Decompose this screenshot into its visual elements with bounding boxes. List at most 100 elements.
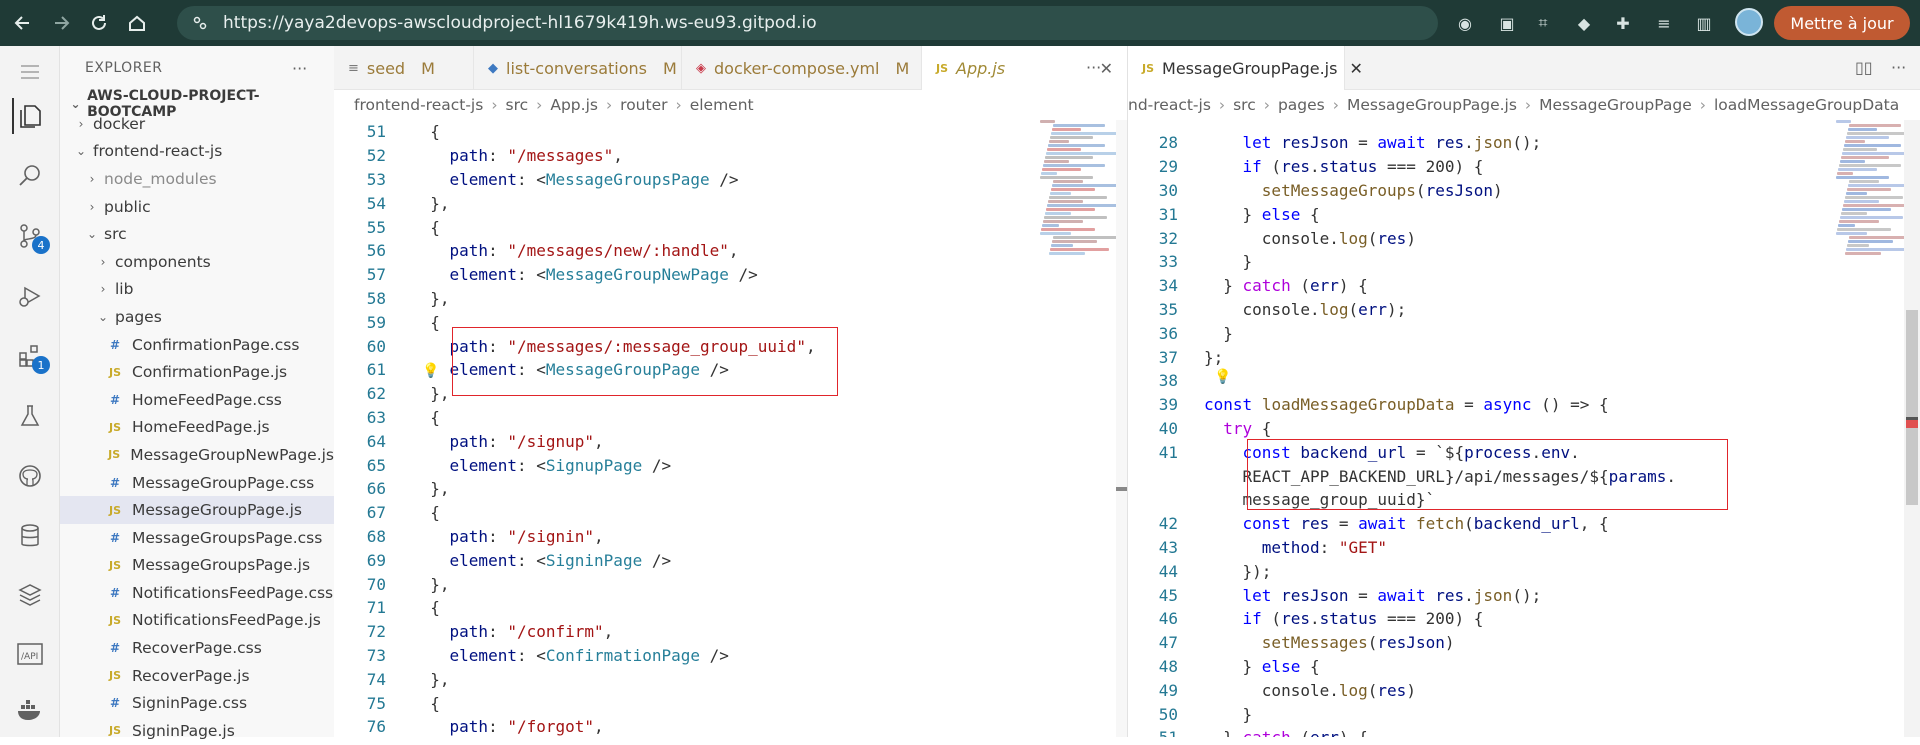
- code-line: 57 element: <MessageGroupNewPage />: [334, 263, 1128, 287]
- screenshot-icon[interactable]: ⌗: [1531, 11, 1555, 35]
- run-debug-icon[interactable]: [12, 278, 48, 314]
- reload-icon[interactable]: [84, 8, 114, 38]
- tab-label: docker-compose.yml: [714, 58, 880, 78]
- tab-messagegrouppage[interactable]: JS MessageGroupPage.js ✕: [1128, 46, 1363, 90]
- code-text: };: [1204, 347, 1224, 367]
- js-file-icon: JS: [108, 613, 121, 627]
- project-header[interactable]: ⌄ AWS-CLOUD-PROJECT-BOOTCAMP: [60, 88, 334, 120]
- tree-file[interactable]: JS MessageGroupPage.js: [60, 496, 334, 524]
- minimap-line: [1046, 208, 1095, 211]
- code-editor-app-js[interactable]: 51 {52 path: "/messages", 53 element: <Me…: [334, 120, 1128, 737]
- tree-item-label: HomeFeedPage.css: [132, 390, 282, 409]
- minimap-line: [1836, 176, 1889, 179]
- menu-icon[interactable]: [12, 54, 48, 90]
- extensions-badge: 1: [32, 356, 50, 374]
- close-icon[interactable]: ✕: [1349, 59, 1362, 78]
- layers-icon[interactable]: [12, 576, 48, 612]
- source-control-icon[interactable]: 4: [12, 218, 50, 254]
- extensions-icon[interactable]: 1: [12, 338, 50, 374]
- tree-file[interactable]: # MessageGroupsPage.css: [60, 524, 334, 552]
- code-editor-messagegrouppage[interactable]: 28 let resJson = await res.json(); 29 if …: [1128, 120, 1904, 737]
- minimap-line: [1044, 160, 1069, 163]
- tree-folder[interactable]: › public: [60, 193, 334, 221]
- back-icon[interactable]: [8, 8, 38, 38]
- tree-file[interactable]: JS MessageGroupsPage.js: [60, 552, 334, 580]
- tree-folder[interactable]: › node_modules: [60, 165, 334, 193]
- more-actions-icon[interactable]: ···: [1891, 58, 1906, 77]
- minimap-line: [1053, 180, 1083, 183]
- tree-folder[interactable]: ⌄ src: [60, 220, 334, 248]
- tree-folder[interactable]: ⌄ pages: [60, 303, 334, 331]
- line-number: 54: [366, 193, 386, 213]
- tree-folder[interactable]: ⌄ frontend-react-js: [60, 138, 334, 166]
- tab-label: seed: [366, 58, 406, 78]
- more-actions-icon[interactable]: ···: [1086, 58, 1101, 77]
- tree-file[interactable]: # MessageGroupPage.css: [60, 469, 334, 497]
- media-icon[interactable]: ≡: [1652, 11, 1676, 35]
- extension-icon[interactable]: ▣: [1495, 11, 1519, 35]
- github-icon[interactable]: [12, 458, 48, 494]
- code-line: 54 },: [334, 191, 1128, 215]
- right-tab-bar: JS MessageGroupPage.js ✕ ▯▯ ···: [1128, 46, 1920, 90]
- breadcrumb-item[interactable]: frontend-react-js: [354, 96, 483, 114]
- split-editor-icon[interactable]: ▯▯: [1855, 58, 1873, 77]
- breadcrumb-item[interactable]: loadMessageGroupData: [1714, 96, 1899, 114]
- breadcrumb-item[interactable]: element: [690, 96, 754, 114]
- tab-docker-compose-yml[interactable]: ◈ docker-compose.yml M: [682, 46, 922, 90]
- tree-file[interactable]: # RecoverPage.css: [60, 634, 334, 662]
- api-icon[interactable]: /API: [12, 636, 48, 672]
- update-button[interactable]: Mettre à jour: [1774, 6, 1910, 40]
- puzzle-icon[interactable]: ✚: [1611, 11, 1635, 35]
- home-icon[interactable]: [122, 8, 152, 38]
- tree-file[interactable]: # HomeFeedPage.css: [60, 386, 334, 414]
- tree-file[interactable]: # NotificationsFeedPage.css: [60, 579, 334, 607]
- breadcrumb-item[interactable]: router: [620, 96, 667, 114]
- chevron-right-icon: ›: [78, 116, 84, 131]
- breadcrumb-item[interactable]: MessageGroupPage.js: [1347, 96, 1517, 114]
- scrollbar[interactable]: [1904, 120, 1920, 737]
- tab-label: MessageGroupPage.js: [1162, 58, 1338, 78]
- tree-folder[interactable]: › components: [60, 248, 334, 276]
- tab-list-conversations[interactable]: ◆ list-conversations M: [474, 46, 682, 90]
- code-line: 47 setMessages(resJson): [1128, 631, 1904, 655]
- database-icon[interactable]: [12, 518, 48, 554]
- file-tree: › docker ⌄ frontend-react-js › node_modules › p…: [60, 110, 334, 745]
- breadcrumb-item[interactable]: src: [1233, 96, 1256, 114]
- tree-file[interactable]: JS MessageGroupNewPage.js: [60, 441, 334, 469]
- breadcrumb-item[interactable]: src: [506, 96, 529, 114]
- breadcrumb-item[interactable]: nd-react-js: [1128, 96, 1211, 114]
- devtools-extension-icon[interactable]: ◆: [1572, 11, 1596, 35]
- line-number: 65: [366, 455, 386, 475]
- code-line: 28 let resJson = await res.json();: [1128, 131, 1904, 155]
- lightbulb-icon[interactable]: 💡: [422, 363, 439, 379]
- tab-seed[interactable]: ≡ seed M: [334, 46, 474, 90]
- more-actions-icon[interactable]: ···: [292, 59, 307, 78]
- sidebar-panel-icon[interactable]: ▥: [1692, 11, 1716, 35]
- breadcrumb-item[interactable]: pages: [1278, 96, 1325, 114]
- tree-item-label: MessageGroupsPage.css: [132, 528, 323, 547]
- lightbulb-icon[interactable]: 💡: [1214, 369, 1231, 385]
- address-bar[interactable]: https://yaya2devops-awscloudproject-hl16…: [177, 6, 1438, 40]
- breadcrumb-item[interactable]: MessageGroupPage: [1539, 96, 1692, 114]
- site-info-icon[interactable]: [193, 16, 207, 30]
- search-icon[interactable]: [12, 158, 48, 194]
- tree-file[interactable]: JS ConfirmationPage.js: [60, 358, 334, 386]
- testing-icon[interactable]: [12, 398, 48, 434]
- tree-file[interactable]: JS SigninPage.js: [60, 717, 334, 745]
- tree-file[interactable]: # SigninPage.css: [60, 689, 334, 717]
- close-icon[interactable]: ✕: [1100, 59, 1113, 78]
- tree-folder[interactable]: › lib: [60, 276, 334, 304]
- avatar[interactable]: [1735, 8, 1763, 36]
- breadcrumb-item[interactable]: App.js: [550, 96, 598, 114]
- forward-icon[interactable]: [46, 8, 76, 38]
- minimap-line: [1848, 240, 1893, 243]
- docker-icon[interactable]: [12, 692, 48, 728]
- explorer-icon[interactable]: [12, 98, 48, 134]
- tree-file[interactable]: JS HomeFeedPage.js: [60, 414, 334, 442]
- chevron-down-icon: ⌄: [86, 227, 98, 242]
- tree-file[interactable]: JS RecoverPage.js: [60, 662, 334, 690]
- tree-file[interactable]: JS NotificationsFeedPage.js: [60, 607, 334, 635]
- tree-file[interactable]: # ConfirmationPage.css: [60, 331, 334, 359]
- password-icon[interactable]: ◉: [1453, 11, 1477, 35]
- code-line: 44 });: [1128, 559, 1904, 583]
